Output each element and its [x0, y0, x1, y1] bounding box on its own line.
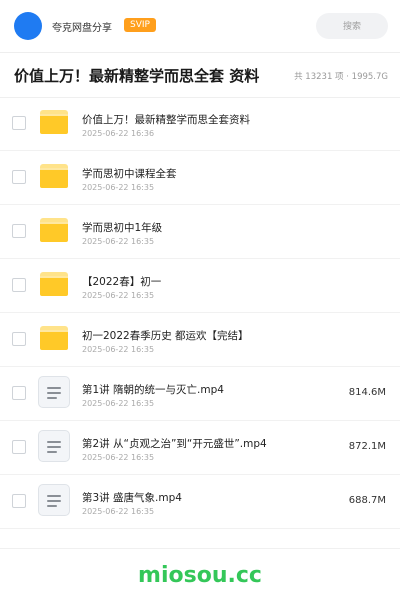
video-file-icon [38, 484, 70, 516]
item-date: 2025-06-22 16:35 [82, 453, 155, 462]
video-file-icon [38, 376, 70, 408]
folder-icon [40, 164, 68, 188]
row-checkbox[interactable] [12, 170, 26, 184]
search-input[interactable] [316, 13, 388, 39]
item-date: 2025-06-22 16:35 [82, 291, 155, 300]
list-item[interactable]: 价值上万！最新精整学而思全套资料 2025-06-22 16:36 [0, 97, 400, 151]
folder-icon [40, 272, 68, 296]
list-item[interactable]: 【2022春】初一 2025-06-22 16:35 [0, 259, 400, 313]
footer: miosou.cc [0, 548, 400, 601]
row-checkbox[interactable] [12, 440, 26, 454]
list-item[interactable]: 学而思初中课程全套 2025-06-22 16:35 [0, 151, 400, 205]
item-date: 2025-06-22 16:35 [82, 507, 155, 516]
row-checkbox[interactable] [12, 278, 26, 292]
row-checkbox[interactable] [12, 224, 26, 238]
list-item[interactable]: 第1讲 隋朝的统一与灭亡.mp4 2025-06-22 16:35 814.6M [0, 367, 400, 421]
folder-icon [40, 218, 68, 242]
list-item[interactable]: 第3讲 盛唐气象.mp4 2025-06-22 16:35 688.7M [0, 475, 400, 529]
item-size: 872.1M [348, 441, 386, 452]
item-date: 2025-06-22 16:35 [82, 237, 155, 246]
item-name: 学而思初中课程全套 [82, 168, 177, 180]
list-item[interactable]: 学而思初中1年级 2025-06-22 16:35 [0, 205, 400, 259]
item-date: 2025-06-22 16:35 [82, 183, 155, 192]
item-date: 2025-06-22 16:35 [82, 345, 155, 354]
item-name: 第1讲 隋朝的统一与灭亡.mp4 [82, 384, 224, 396]
item-name: 第3讲 盛唐气象.mp4 [82, 492, 182, 504]
item-size: 688.7M [348, 495, 386, 506]
watermark-text: miosou.cc [138, 563, 262, 588]
row-checkbox[interactable] [12, 386, 26, 400]
brand-name: 夸克网盘分享 [52, 23, 112, 34]
svip-badge: SVIP [124, 18, 156, 32]
item-name: 第2讲 从“贞观之治”到“开元盛世”.mp4 [82, 438, 267, 450]
row-checkbox[interactable] [12, 116, 26, 130]
item-summary: 共 13231 项 · 1995.7G [294, 72, 388, 82]
title-bar: 价值上万！最新精整学而思全套 资料 共 13231 项 · 1995.7G [0, 53, 400, 98]
video-file-icon [38, 430, 70, 462]
item-date: 2025-06-22 16:36 [82, 129, 155, 138]
item-name: 初一2022春季历史 都运欢【完结】 [82, 330, 249, 342]
item-name: 学而思初中1年级 [82, 222, 163, 234]
item-date: 2025-06-22 16:35 [82, 399, 155, 408]
folder-icon [40, 110, 68, 134]
folder-icon [40, 326, 68, 350]
item-size: 814.6M [348, 387, 386, 398]
avatar[interactable] [14, 12, 42, 40]
page-title: 价值上万！最新精整学而思全套 资料 [14, 67, 260, 85]
row-checkbox[interactable] [12, 332, 26, 346]
item-name: 价值上万！最新精整学而思全套资料 [82, 114, 250, 126]
header: 夸克网盘分享 SVIP [0, 0, 400, 53]
item-name: 【2022春】初一 [82, 276, 162, 288]
row-checkbox[interactable] [12, 494, 26, 508]
list-item[interactable]: 初一2022春季历史 都运欢【完结】 2025-06-22 16:35 [0, 313, 400, 367]
file-list: 价值上万！最新精整学而思全套资料 2025-06-22 16:36 学而思初中课… [0, 97, 400, 529]
list-item[interactable]: 第2讲 从“贞观之治”到“开元盛世”.mp4 2025-06-22 16:35 … [0, 421, 400, 475]
